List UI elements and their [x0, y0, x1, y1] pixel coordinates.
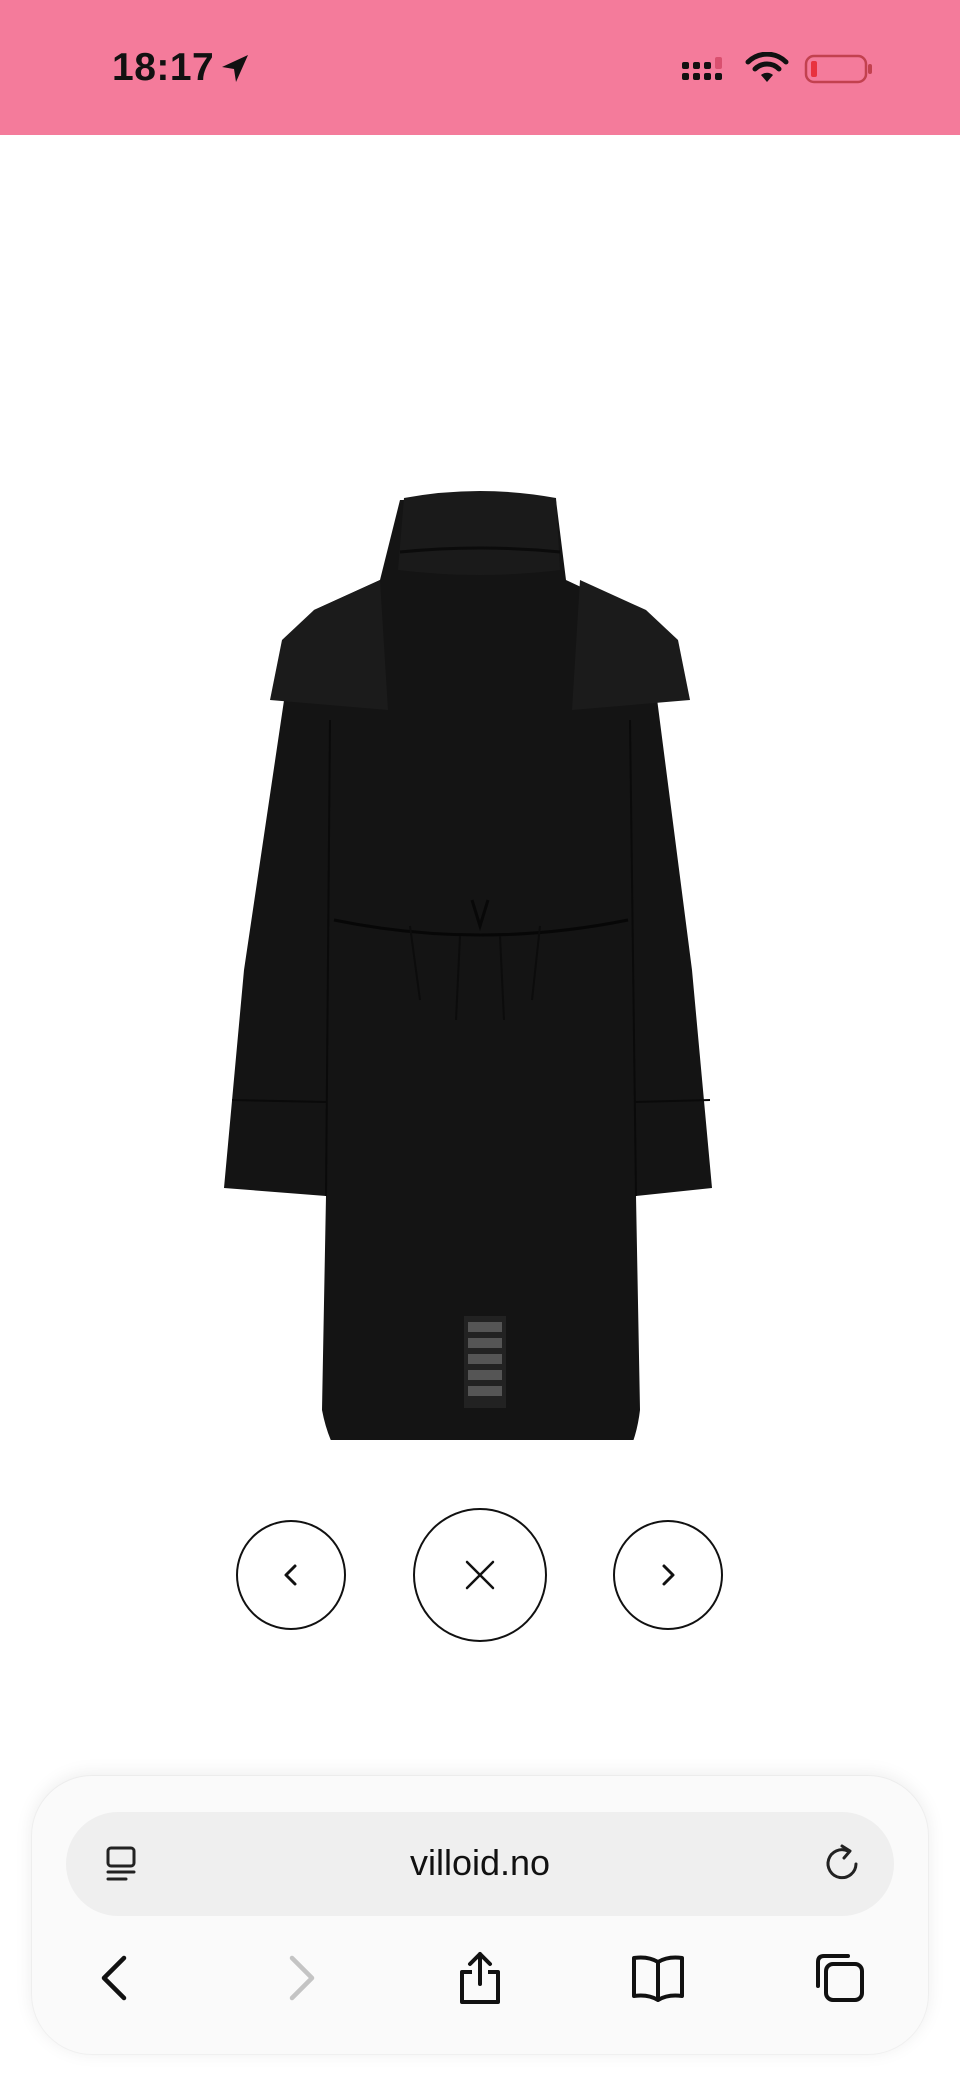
- product-image: [224, 491, 712, 1440]
- close-icon: [465, 1560, 495, 1590]
- wifi-icon: [745, 52, 789, 82]
- reload-icon[interactable]: [818, 1840, 866, 1888]
- chevron-left-icon: [284, 1564, 297, 1586]
- location-arrow-icon: [222, 55, 248, 82]
- address-bar[interactable]: villoid.no: [66, 1812, 894, 1916]
- forward-icon[interactable]: [270, 1948, 330, 2008]
- back-icon[interactable]: [86, 1948, 146, 2008]
- cellular-signal-icon: [682, 57, 722, 80]
- status-time: 18:17: [112, 46, 215, 89]
- previous-image-button[interactable]: [236, 1520, 346, 1630]
- battery-low-icon: [804, 54, 872, 84]
- browser-toolbar: villoid.no: [32, 1776, 928, 2054]
- page: 18:17 villoid.no: [0, 0, 960, 2086]
- close-gallery-button[interactable]: [413, 1508, 547, 1642]
- next-image-button[interactable]: [613, 1520, 723, 1630]
- tabs-icon[interactable]: [810, 1948, 870, 2008]
- status-bar: 18:17: [0, 0, 960, 135]
- url-text: villoid.no: [409, 1842, 551, 1883]
- chevron-right-icon: [662, 1564, 675, 1586]
- bookmarks-icon[interactable]: [628, 1948, 688, 2008]
- share-icon[interactable]: [450, 1948, 510, 2008]
